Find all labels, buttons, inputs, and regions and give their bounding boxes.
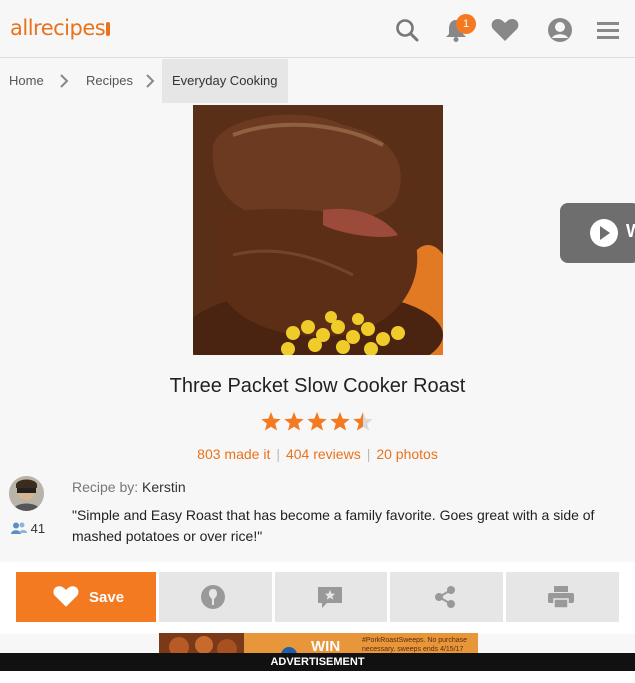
followers-icon bbox=[11, 522, 27, 534]
advertisement-label: ADVERTISEMENT bbox=[0, 653, 635, 671]
print-button[interactable] bbox=[506, 572, 619, 622]
breadcrumb-everyday-cooking[interactable]: Everyday Cooking bbox=[162, 59, 288, 103]
heart-icon bbox=[53, 586, 79, 607]
chevron-right-icon bbox=[146, 74, 155, 88]
recipe-title: Three Packet Slow Cooker Roast bbox=[169, 375, 466, 397]
pin-button[interactable] bbox=[159, 572, 272, 622]
made-it-link[interactable]: 803 made it bbox=[197, 446, 270, 462]
print-icon bbox=[548, 586, 574, 609]
rating-stars[interactable] bbox=[260, 411, 375, 433]
video-label: W bbox=[626, 221, 635, 241]
recipe-description: "Simple and Easy Roast that has become a… bbox=[72, 507, 595, 544]
breadcrumb-home[interactable]: Home bbox=[9, 59, 44, 103]
action-bar: Save bbox=[0, 562, 635, 634]
recipe-by: Recipe by: Kerstin bbox=[72, 479, 186, 495]
site-header: allrecipes 1 bbox=[0, 0, 635, 58]
share-button[interactable] bbox=[390, 572, 503, 622]
save-button[interactable]: Save bbox=[16, 572, 156, 622]
search-icon[interactable] bbox=[394, 17, 420, 43]
star-icon bbox=[307, 412, 327, 431]
heart-icon[interactable] bbox=[490, 17, 520, 43]
photos-link[interactable]: 20 photos bbox=[376, 446, 438, 462]
review-icon bbox=[318, 587, 342, 608]
recipe-stats: 803 made it | 404 reviews | 20 photos bbox=[197, 446, 438, 462]
play-icon bbox=[590, 219, 618, 247]
author-link[interactable]: Kerstin bbox=[142, 479, 186, 495]
chevron-right-icon bbox=[60, 74, 69, 88]
menu-icon[interactable] bbox=[596, 17, 620, 43]
user-icon[interactable] bbox=[547, 17, 573, 43]
notification-badge: 1 bbox=[456, 14, 476, 34]
recipe-photo[interactable] bbox=[193, 105, 443, 355]
reviews-link[interactable]: 404 reviews bbox=[286, 446, 361, 462]
breadcrumb: Home Recipes Everyday Cooking bbox=[0, 59, 635, 103]
page-bottom bbox=[0, 671, 635, 683]
star-icon bbox=[284, 412, 304, 431]
author-avatar[interactable] bbox=[9, 476, 44, 511]
share-icon bbox=[435, 586, 455, 608]
star-icon bbox=[261, 412, 281, 431]
allrecipes-logo[interactable]: allrecipes bbox=[10, 16, 111, 40]
star-icon bbox=[330, 412, 350, 431]
breadcrumb-recipes[interactable]: Recipes bbox=[86, 59, 133, 103]
followers-count[interactable]: 41 bbox=[11, 521, 45, 536]
video-button[interactable]: W bbox=[560, 203, 635, 263]
pin-icon bbox=[201, 585, 225, 609]
review-button[interactable] bbox=[275, 572, 387, 622]
